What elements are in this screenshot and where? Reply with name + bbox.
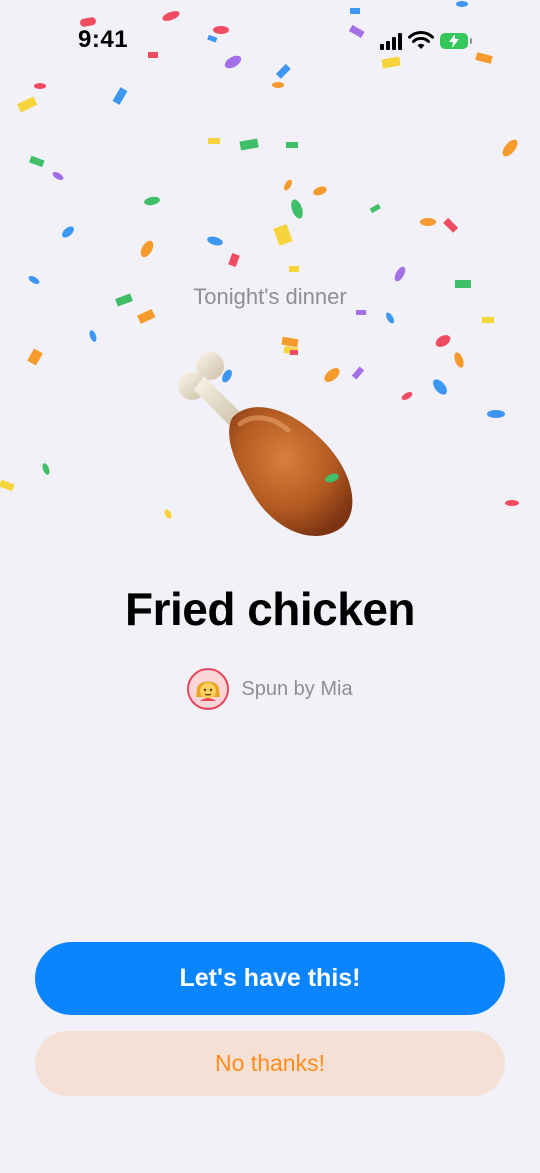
result-subtitle: Tonight's dinner <box>193 284 347 309</box>
person-emoji-icon <box>196 681 221 701</box>
avatar <box>187 668 230 710</box>
battery-icon <box>440 33 472 49</box>
accept-button[interactable]: Let's have this! <box>35 942 505 1015</box>
cellular-signal-icon <box>380 32 402 50</box>
status-time: 9:41 <box>78 26 129 53</box>
status-bar: 9:41 <box>0 0 540 80</box>
food-name: Fried chicken <box>124 583 416 635</box>
spun-by-row: Spun by Mia <box>0 668 540 710</box>
status-icons <box>380 30 472 52</box>
wifi-icon <box>408 31 434 49</box>
decline-button[interactable]: No thanks! <box>35 1031 505 1096</box>
fried-chicken-icon <box>178 352 353 536</box>
spun-by-label: Spun by Mia <box>241 677 353 700</box>
